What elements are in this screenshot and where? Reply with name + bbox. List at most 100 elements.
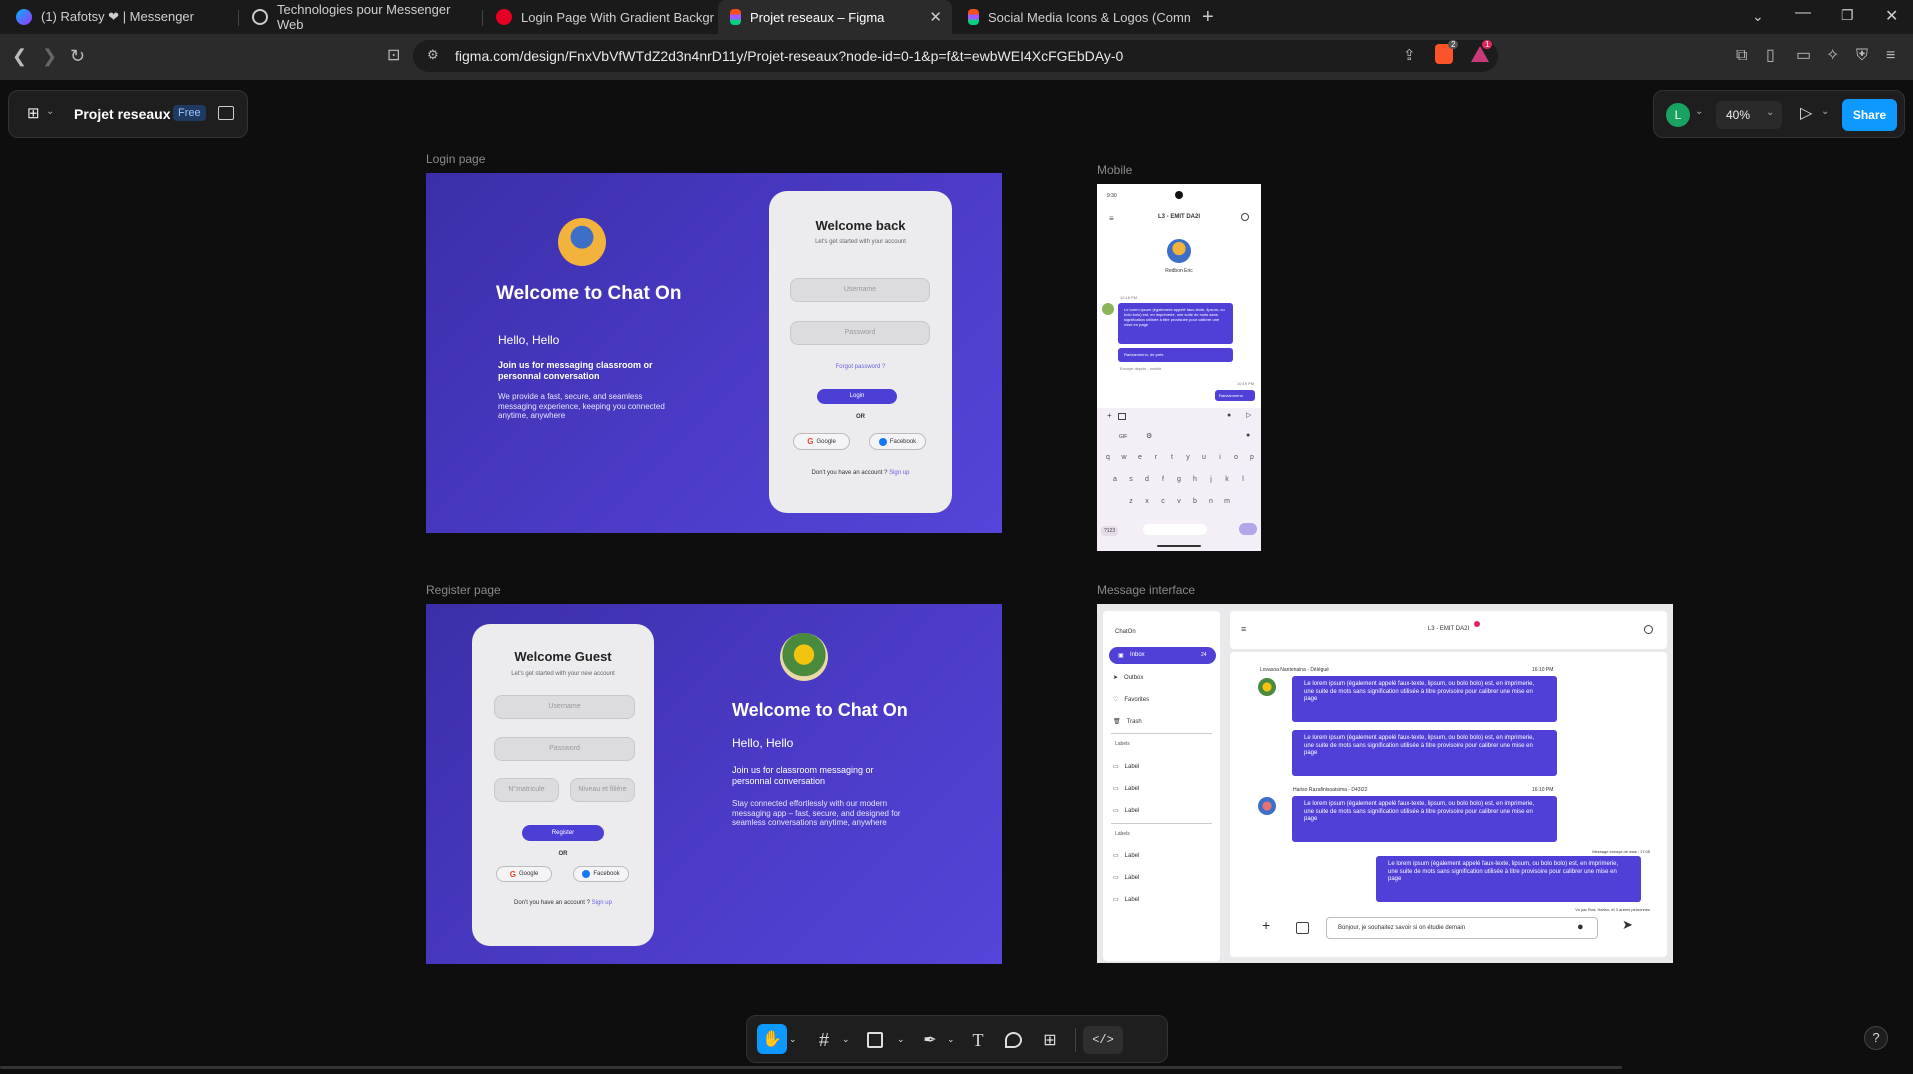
label-item[interactable]: ▭ Label — [1113, 874, 1139, 882]
image-icon[interactable] — [1296, 922, 1309, 934]
key-m[interactable]: m — [1222, 498, 1232, 505]
image-icon[interactable] — [1118, 413, 1126, 420]
key-h[interactable]: h — [1190, 476, 1200, 483]
tab-messenger[interactable]: (1) Rafotsy ❤ | Messenger — [4, 0, 234, 34]
nav-inbox[interactable]: ▣ Inbox 24 — [1109, 647, 1216, 664]
key-k[interactable]: k — [1222, 476, 1232, 483]
key-g[interactable]: g — [1174, 476, 1184, 483]
google-button[interactable]: G Google — [793, 433, 850, 450]
microphone-icon[interactable]: ● — [1246, 432, 1250, 439]
forgot-password-link[interactable]: Forgot password ? — [769, 364, 952, 370]
microphone-icon[interactable]: ● — [1577, 921, 1584, 933]
chevron-down-icon[interactable]: ⌄ — [789, 1034, 797, 1045]
chevron-down-icon[interactable]: ⌄ — [1695, 106, 1703, 117]
leo-ai-icon[interactable]: ✧ — [1826, 46, 1839, 66]
key-q[interactable]: q — [1103, 454, 1113, 461]
enter-key[interactable] — [1239, 523, 1257, 535]
nav-outbox[interactable]: ➤ Outbox — [1113, 674, 1143, 682]
key-s[interactable]: s — [1126, 476, 1136, 483]
back-icon[interactable]: ❮ — [12, 46, 27, 66]
wallet-icon[interactable]: ▭ — [1796, 46, 1811, 66]
nav-trash[interactable]: 🗑 Trash — [1113, 718, 1142, 726]
niveau-input[interactable]: Niveau et filière — [570, 778, 635, 802]
settings-icon[interactable]: ⚙ — [1146, 432, 1152, 440]
key-b[interactable]: b — [1190, 498, 1200, 505]
help-button[interactable]: ? — [1864, 1026, 1888, 1050]
toggle-panel-icon[interactable] — [218, 106, 234, 120]
key-z[interactable]: z — [1126, 498, 1136, 505]
username-input[interactable]: Username — [790, 278, 930, 302]
label-item[interactable]: ▭ Label — [1113, 807, 1139, 815]
key-o[interactable]: o — [1231, 454, 1241, 461]
send-icon[interactable]: ▷ — [1246, 411, 1251, 419]
label-item[interactable]: ▭ Label — [1113, 896, 1139, 904]
zoom-select[interactable]: 40% ⌄ — [1716, 101, 1782, 129]
tab-technologies[interactable]: Technologies pour Messenger Web — [240, 0, 480, 34]
frame-label-register[interactable]: Register page — [426, 583, 501, 597]
close-tab-icon[interactable]: ✕ — [929, 8, 942, 26]
key-j[interactable]: j — [1206, 476, 1216, 483]
frame-label-mobile[interactable]: Mobile — [1097, 163, 1132, 177]
horizontal-scrollbar[interactable] — [0, 1066, 1622, 1069]
bookmark-icon[interactable]: ⊡ — [387, 46, 400, 66]
key-v[interactable]: v — [1174, 498, 1184, 505]
figma-menu-icon[interactable]: ⊞ — [27, 104, 40, 122]
actions-icon[interactable]: ⊞ — [1037, 1027, 1063, 1053]
google-button[interactable]: G Google — [496, 866, 552, 882]
share-page-icon[interactable]: ⇪ — [1403, 46, 1416, 64]
username-input[interactable]: Username — [494, 695, 635, 719]
close-window-button[interactable]: ✕ — [1885, 6, 1898, 26]
password-input[interactable]: Password — [494, 737, 635, 761]
pen-tool-icon[interactable]: ✒ — [917, 1027, 943, 1053]
key-r[interactable]: r — [1151, 454, 1161, 461]
chevron-down-icon[interactable]: ⌄ — [46, 106, 54, 117]
signup-link[interactable]: Sign up — [592, 900, 612, 906]
chevron-down-icon[interactable]: ⌄ — [1821, 106, 1829, 117]
reload-icon[interactable]: ↻ — [70, 46, 85, 66]
mobile-frame[interactable]: 9:30 ≡ L3 - EMIT DA2I Redbon Eric 10:18 … — [1097, 184, 1261, 551]
key-l[interactable]: l — [1238, 476, 1248, 483]
text-tool-icon[interactable]: T — [965, 1027, 991, 1053]
signup-link[interactable]: Sign up — [889, 470, 909, 476]
forward-icon[interactable]: ❯ — [42, 46, 57, 66]
key-a[interactable]: a — [1110, 476, 1120, 483]
add-icon[interactable]: + — [1107, 411, 1112, 420]
rectangle-tool-icon[interactable] — [867, 1032, 883, 1048]
login-button[interactable]: Login — [817, 389, 897, 404]
dev-mode-icon[interactable]: </> — [1083, 1026, 1123, 1054]
add-icon[interactable]: + — [1262, 917, 1270, 933]
microphone-icon[interactable]: ● — [1227, 412, 1231, 419]
chevron-down-icon[interactable]: ⌄ — [947, 1034, 955, 1045]
new-tab-button[interactable]: + — [1202, 6, 1214, 29]
key-i[interactable]: i — [1215, 454, 1225, 461]
restore-button[interactable]: ❐ — [1841, 7, 1854, 24]
facebook-button[interactable]: Facebook — [573, 866, 629, 882]
user-avatar[interactable]: L — [1666, 103, 1690, 127]
tab-social-icons[interactable]: Social Media Icons & Logos (Comm — [956, 0, 1190, 34]
numbers-key[interactable]: ?123 — [1101, 526, 1119, 536]
space-key[interactable] — [1143, 524, 1207, 535]
gif-key[interactable]: GIF — [1119, 434, 1127, 440]
vpn-icon[interactable]: ⛨ — [1856, 46, 1868, 66]
key-c[interactable]: c — [1158, 498, 1168, 505]
key-n[interactable]: n — [1206, 498, 1216, 505]
chevron-down-icon[interactable]: ⌄ — [897, 1034, 905, 1045]
register-button[interactable]: Register — [522, 825, 604, 841]
present-play-icon[interactable]: ▷ — [1800, 103, 1812, 123]
comment-tool-icon[interactable] — [1005, 1032, 1022, 1048]
label-item[interactable]: ▭ Label — [1113, 785, 1139, 793]
key-t[interactable]: t — [1167, 454, 1177, 461]
key-p[interactable]: p — [1247, 454, 1257, 461]
tab-pinterest[interactable]: Login Page With Gradient Backgrou — [484, 0, 714, 34]
frame-tool-icon[interactable]: # — [811, 1027, 837, 1053]
key-f[interactable]: f — [1158, 476, 1168, 483]
file-name[interactable]: Projet reseaux — [74, 106, 171, 122]
chevron-down-icon[interactable]: ⌄ — [842, 1034, 850, 1045]
key-e[interactable]: e — [1135, 454, 1145, 461]
minimize-button[interactable]: — — [1795, 4, 1811, 22]
frame-label-login[interactable]: Login page — [426, 152, 485, 166]
profile-icon[interactable] — [1241, 213, 1249, 221]
facebook-button[interactable]: Facebook — [869, 433, 926, 450]
register-frame[interactable]: Welcome Guest Let's get started with you… — [426, 604, 1002, 964]
key-d[interactable]: d — [1142, 476, 1152, 483]
